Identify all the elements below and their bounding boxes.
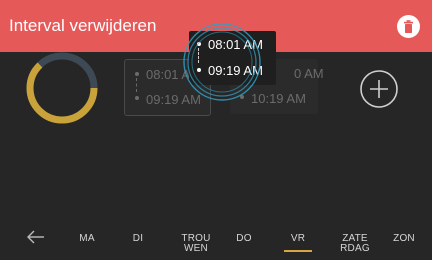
delete-button[interactable] — [397, 15, 420, 38]
plus-circle-icon[interactable] — [358, 68, 400, 110]
trash-icon — [404, 20, 413, 33]
day-label-line2: RDAG — [340, 243, 370, 253]
day-tab-monday[interactable]: MA — [67, 226, 107, 252]
day-tab-saturday[interactable]: ZATE RDAG — [335, 226, 375, 253]
dash-connector — [136, 78, 137, 92]
day-label: VR — [290, 233, 306, 244]
day-tab-wednesday[interactable]: TROU WEN — [176, 226, 216, 253]
day-label: DI — [132, 233, 144, 244]
day-label: ZON — [393, 233, 415, 244]
day-label-line2: WEN — [184, 243, 208, 253]
arrow-left-icon[interactable] — [27, 230, 45, 244]
day-label: DO — [236, 233, 252, 244]
touch-halo — [183, 23, 261, 101]
day-tab-sunday[interactable]: ZON — [384, 226, 424, 252]
progress-ring — [26, 52, 98, 124]
start-dot — [135, 72, 139, 76]
day-tab-tuesday[interactable]: DI — [118, 226, 158, 252]
day-tab-friday[interactable]: VR — [278, 226, 318, 252]
day-tab-thursday[interactable]: DO — [224, 226, 264, 252]
end-dot — [135, 96, 139, 100]
page-title: Interval verwijderen — [9, 16, 157, 35]
day-label: MA — [79, 233, 95, 244]
slot-start-time: 0 AM — [294, 66, 324, 81]
